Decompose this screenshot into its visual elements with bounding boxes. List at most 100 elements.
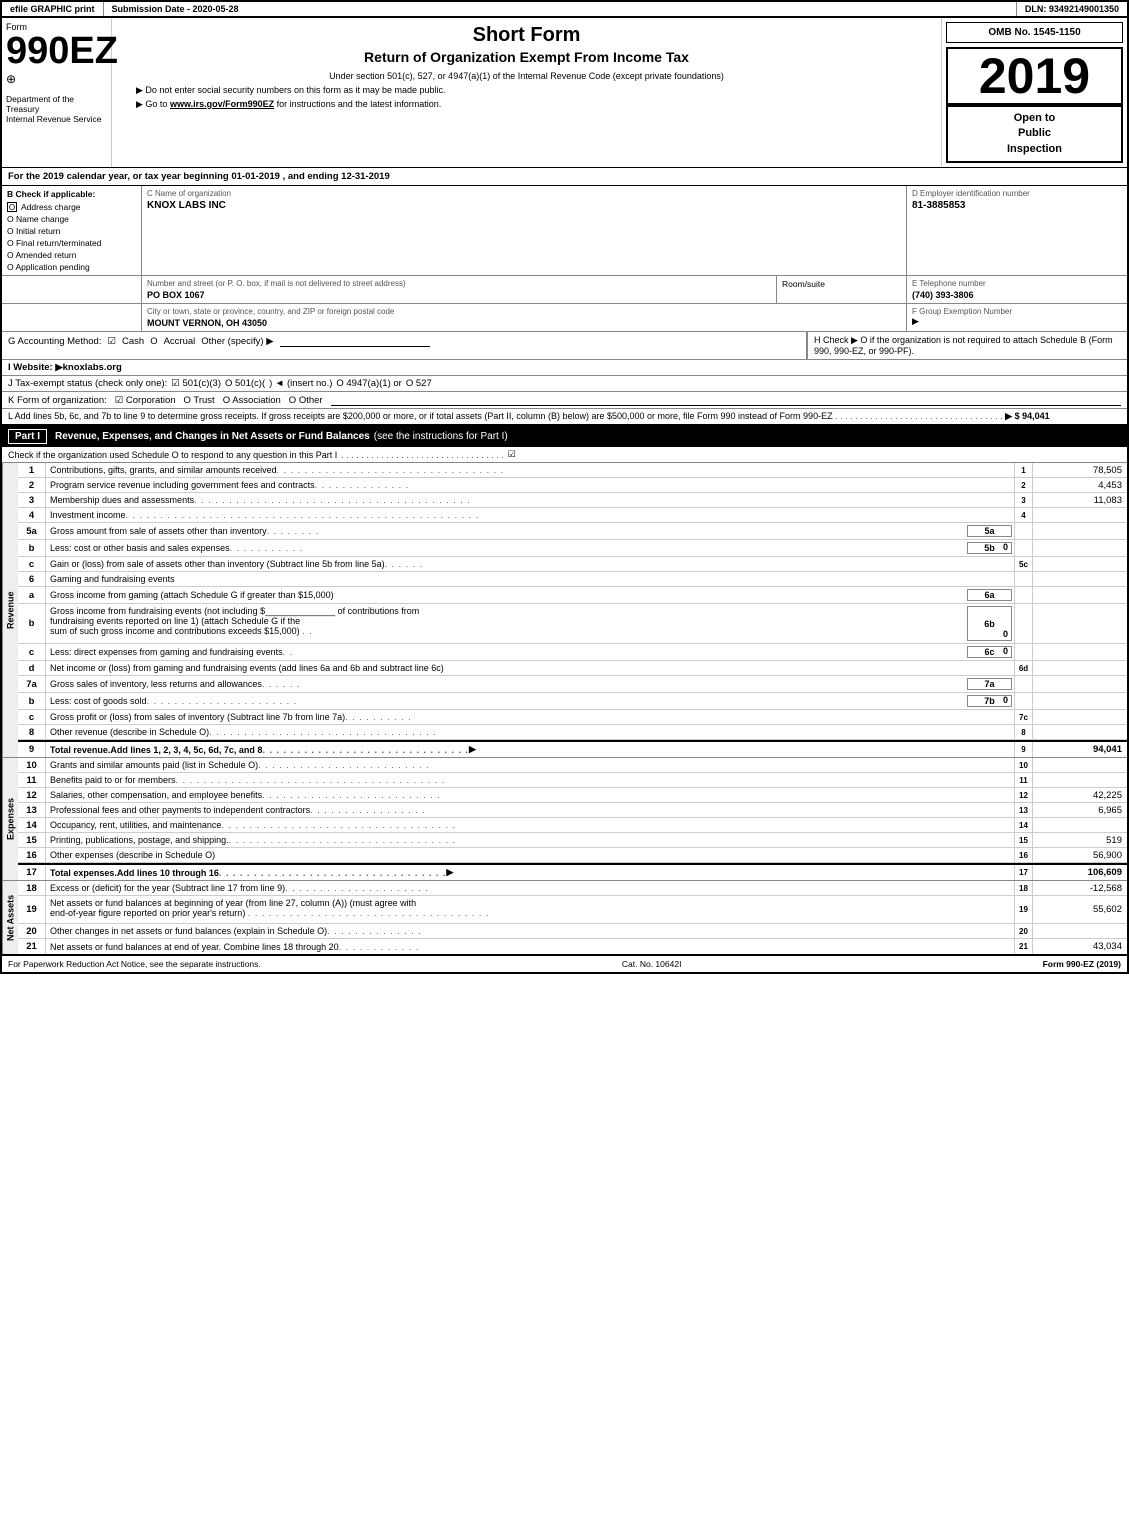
city-left-spacer [2, 304, 142, 331]
h-check-text: H Check ▶ O if the organization is not r… [814, 335, 1113, 356]
city-value: MOUNT VERNON, OH 43050 [147, 318, 901, 328]
row-line-num: 14 [1014, 818, 1032, 832]
row-value [1032, 676, 1127, 692]
row-label: Gross income from gaming (attach Schedul… [46, 587, 965, 603]
part-i-see: (see the instructions for Part I) [374, 431, 508, 442]
row-line-num: 5c [1014, 557, 1032, 571]
form-label: Form 990-EZ (2019) [1043, 959, 1121, 969]
dept-treasury: Department of the Treasury [6, 94, 107, 114]
row-line-num: 12 [1014, 788, 1032, 802]
address-label: Number and street (or P. O. box, if mail… [147, 279, 771, 288]
right-block: OMB No. 1545-1150 2019 Open to Public In… [942, 18, 1127, 167]
line-l-text: L Add lines 5b, 6c, and 7b to line 9 to … [8, 411, 833, 421]
accrual-cb[interactable]: O [150, 336, 157, 347]
part-i-header: Part I Revenue, Expenses, and Changes in… [2, 426, 1127, 447]
tax-501c-cb[interactable]: O 501(c)( [225, 378, 265, 389]
row-line-num: 18 [1014, 881, 1032, 895]
row-number: b [18, 693, 46, 709]
table-row: b Less: cost of goods sold . . . . . . .… [18, 693, 1127, 710]
row-value: 11,083 [1032, 493, 1127, 507]
row-number: 7a [18, 676, 46, 692]
row-value [1032, 572, 1127, 586]
table-row: 7a Gross sales of inventory, less return… [18, 676, 1127, 693]
form-org-assoc-cb[interactable]: O Association [223, 395, 281, 406]
assets-table: 18 Excess or (deficit) for the year (Sub… [18, 881, 1127, 954]
info-grid: B Check if applicable: O Address charge … [2, 186, 1127, 276]
row-label: Benefits paid to or for members . . . . … [46, 773, 1014, 787]
accounting-label: G Accounting Method: [8, 336, 101, 347]
row-number: 1 [18, 463, 46, 477]
row-label: Net income or (loss) from gaming and fun… [46, 661, 1014, 675]
paperwork-notice: For Paperwork Reduction Act Notice, see … [8, 959, 261, 969]
row-value: 78,505 [1032, 463, 1127, 477]
row-value: 56,900 [1032, 848, 1127, 862]
form-org-trust-cb[interactable]: O Trust [184, 395, 215, 406]
row-number: 6 [18, 572, 46, 586]
org-name-value: KNOX LABS INC [147, 200, 901, 211]
irs-url: www.irs.gov/Form990EZ [170, 99, 274, 109]
row-sub-box: 6c0 [967, 646, 1012, 658]
tax-4947-cb[interactable]: O 4947(a)(1) or [336, 378, 401, 389]
table-row: 20 Other changes in net assets or fund b… [18, 924, 1127, 939]
row-label: Total revenue. Add lines 1, 2, 3, 4, 5c,… [46, 742, 1014, 757]
accrual-label: Accrual [164, 336, 196, 347]
form-org-other-cb[interactable]: O Other [289, 395, 323, 406]
schedule-o-checkbox[interactable]: ☑ [508, 449, 516, 460]
form-org-corp-cb[interactable]: ☑ Corporation [115, 395, 176, 406]
website-row: I Website: ▶knoxlabs.org [2, 360, 1127, 376]
row-label: Less: direct expenses from gaming and fu… [46, 644, 965, 660]
row-value [1032, 661, 1127, 675]
group-exempt-block: F Group Exemption Number ▶ [907, 304, 1127, 331]
row-number: c [18, 557, 46, 571]
row-value: 519 [1032, 833, 1127, 847]
row-line-num: 19 [1014, 896, 1032, 923]
row-number: 16 [18, 848, 46, 862]
address-value: PO BOX 1067 [147, 290, 771, 300]
row-value: 6,965 [1032, 803, 1127, 817]
tax-527-cb[interactable]: O 527 [406, 378, 432, 389]
row-label: Other revenue (describe in Schedule O) .… [46, 725, 1014, 739]
return-title: Return of Organization Exempt From Incom… [116, 49, 937, 65]
top-strip: efile GRAPHIC print Submission Date - 20… [2, 2, 1127, 18]
internal-revenue: Internal Revenue Service [6, 114, 101, 124]
form-symbol: ⊕ [6, 72, 16, 86]
row-line-num: 6d [1014, 661, 1032, 675]
final-return-row: O Final return/terminated [7, 238, 136, 248]
row-line-num [1014, 540, 1032, 556]
dln-label: DLN: 93492149001350 [1025, 4, 1119, 14]
cash-cb[interactable]: ☑ [107, 336, 116, 347]
form-org-label: K Form of organization: [8, 395, 107, 406]
submission-cell: Submission Date - 2020-05-28 [104, 2, 1017, 16]
row-sub-box: 7b0 [967, 695, 1012, 707]
expenses-table: 10 Grants and similar amounts paid (list… [18, 758, 1127, 880]
go-to-text: ▶ Go to [136, 99, 167, 109]
row-label: Other changes in net assets or fund bala… [46, 924, 1014, 938]
row-sub-box: 7a [967, 678, 1012, 690]
row-number: 5a [18, 523, 46, 539]
tax-501c3-cb[interactable]: ☑ 501(c)(3) [171, 378, 221, 389]
city-grid: City or town, state or province, country… [2, 304, 1127, 332]
row-sub-box: 6a [967, 589, 1012, 601]
table-row: 11 Benefits paid to or for members . . .… [18, 773, 1127, 788]
public-label: Public [952, 126, 1117, 141]
application-pending-row: O Application pending [7, 262, 136, 272]
year-box: 2019 [946, 47, 1123, 105]
dln-cell: DLN: 93492149001350 [1017, 2, 1127, 16]
table-row: b Gross income from fundraising events (… [18, 604, 1127, 644]
row-line-num: 7c [1014, 710, 1032, 724]
row-line-num [1014, 604, 1032, 643]
row-value [1032, 523, 1127, 539]
table-row: c Gross profit or (loss) from sales of i… [18, 710, 1127, 725]
row-number: 3 [18, 493, 46, 507]
row-value [1032, 773, 1127, 787]
for-instructions: for instructions and the latest informat… [277, 99, 442, 109]
address-change-cb[interactable]: O [7, 202, 17, 212]
row-line-num: 11 [1014, 773, 1032, 787]
table-row: 18 Excess or (deficit) for the year (Sub… [18, 881, 1127, 896]
row-number: 14 [18, 818, 46, 832]
row-value: 94,041 [1032, 742, 1127, 757]
row-number: d [18, 661, 46, 675]
table-row: 15 Printing, publications, postage, and … [18, 833, 1127, 848]
table-row: 13 Professional fees and other payments … [18, 803, 1127, 818]
table-row: 16 Other expenses (describe in Schedule … [18, 848, 1127, 863]
